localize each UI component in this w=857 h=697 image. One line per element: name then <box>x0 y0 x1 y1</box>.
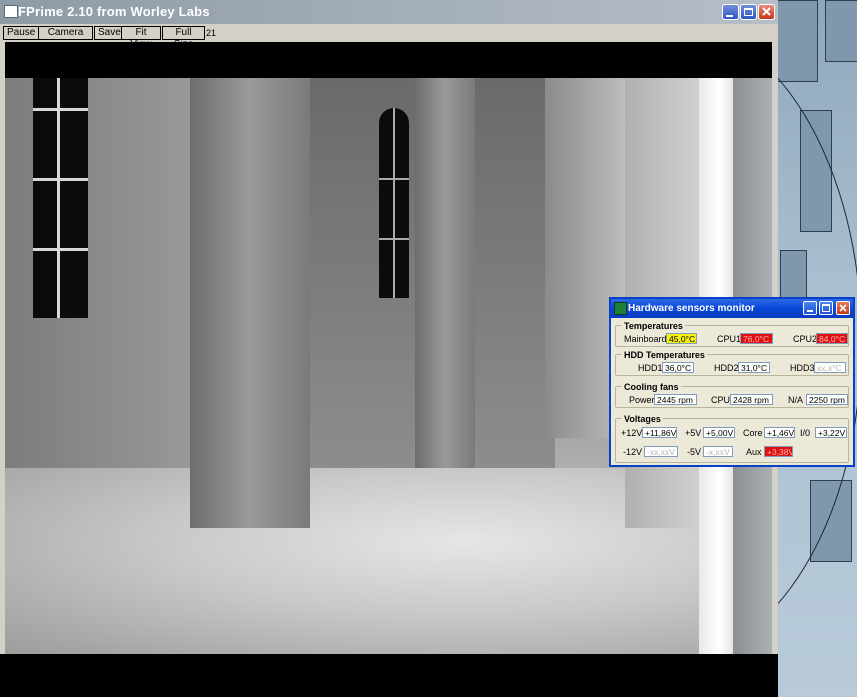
core-voltage-label: Core <box>743 428 763 438</box>
scene-column <box>190 78 310 528</box>
scene-window-mullion <box>379 178 409 180</box>
hdd-temperatures-heading: HDD Temperatures <box>622 350 707 360</box>
maximize-icon <box>822 304 830 312</box>
close-button[interactable] <box>758 4 775 20</box>
temperatures-group: Temperatures Mainboard 45,0°C CPU1 76,0°… <box>615 321 849 347</box>
toolbar: Pause Camera Save Fit View Full Size 21 <box>0 24 778 50</box>
hdd1-label: HDD1 <box>638 363 663 373</box>
full-size-button[interactable]: Full Size <box>162 26 205 50</box>
hdd2-label: HDD2 <box>714 363 739 373</box>
hdd3-temp-value: xx,x°C <box>814 362 846 373</box>
minimize-button[interactable] <box>722 4 739 20</box>
na-fan-label: N/A <box>788 395 804 405</box>
minus12v-label: -12V <box>623 447 643 457</box>
sensors-maximize-button[interactable] <box>819 301 833 315</box>
app-icon <box>4 5 18 18</box>
sensors-title: Hardware sensors monitor <box>628 303 755 314</box>
scene-window-mullion <box>33 108 88 111</box>
sensors-titlebar[interactable]: Hardware sensors monitor <box>611 299 853 318</box>
scene-column <box>415 78 475 468</box>
scene-window-mullion <box>57 78 60 318</box>
plus5v-label: +5V <box>685 428 702 438</box>
minus5v-value: -x,xxV <box>703 446 733 457</box>
na-fan-value: 2250 rpm <box>806 394 848 405</box>
cpu1-temp-value: 76,0°C <box>740 333 773 344</box>
minimize-icon <box>807 310 813 312</box>
cpu-fan-label: CPU <box>711 395 731 405</box>
io-voltage-value: +3,22V <box>815 427 847 438</box>
cpu2-label: CPU2 <box>793 334 818 344</box>
hdd2-temp-value: 31,0°C <box>738 362 770 373</box>
bg-geometry <box>776 0 818 82</box>
sensors-close-button[interactable] <box>836 301 850 315</box>
cooling-fans-group: Cooling fans Power 2445 rpm CPU 2428 rpm… <box>615 382 849 408</box>
voltages-heading: Voltages <box>622 414 663 424</box>
minus12v-value: -xx,xxV <box>644 446 678 457</box>
titlebar[interactable]: FPrime 2.10 from Worley Labs <box>0 0 778 24</box>
hdd-temperatures-group: HDD Temperatures HDD1 36,0°C HDD2 31,0°C… <box>615 350 849 376</box>
plus5v-value: +5,00V <box>703 427 735 438</box>
voltages-group: Voltages +12V +11,86V +5V +5,00V Core +1… <box>615 414 849 463</box>
hardware-sensors-window: Hardware sensors monitor Temperatures Ma… <box>609 297 855 467</box>
scene-window-mullion <box>379 238 409 240</box>
cpu2-temp-value: 84,0°C <box>816 333 848 344</box>
temperatures-heading: Temperatures <box>622 321 685 331</box>
mainboard-temp-value: 45,0°C <box>666 333 697 344</box>
save-button[interactable]: Save <box>94 26 122 40</box>
io-voltage-label: I/0 <box>800 428 811 438</box>
minimize-icon <box>726 15 733 17</box>
mainboard-label: Mainboard <box>624 334 667 344</box>
maximize-icon <box>744 8 753 16</box>
pause-button[interactable]: Pause <box>3 26 39 40</box>
scene-window-mullion <box>393 108 395 298</box>
hdd3-label: HDD3 <box>790 363 815 373</box>
core-voltage-value: +1,46V <box>764 427 795 438</box>
plus12v-value: +11,86V <box>642 427 677 438</box>
window-title: FPrime 2.10 from Worley Labs <box>18 4 210 19</box>
sensors-minimize-button[interactable] <box>803 301 817 315</box>
render-bottom-letterbox <box>0 654 778 697</box>
scene-window-mullion <box>33 178 88 181</box>
cooling-fans-heading: Cooling fans <box>622 382 681 392</box>
power-fan-label: Power <box>629 395 655 405</box>
cpu-fan-value: 2428 rpm <box>730 394 773 405</box>
minus5v-label: -5V <box>687 447 702 457</box>
maximize-button[interactable] <box>740 4 757 20</box>
close-icon <box>839 304 847 312</box>
aux-voltage-value: +3,38V <box>764 446 793 457</box>
sensors-app-icon <box>614 302 627 315</box>
scene-window <box>33 78 88 318</box>
frame-counter: 21 <box>206 28 217 38</box>
close-icon <box>762 7 771 16</box>
aux-voltage-label: Aux <box>746 447 762 457</box>
power-fan-value: 2445 rpm <box>654 394 697 405</box>
scene-window <box>379 108 409 298</box>
bg-geometry <box>825 0 857 62</box>
plus12v-label: +12V <box>621 428 643 438</box>
hdd1-temp-value: 36,0°C <box>662 362 694 373</box>
cpu1-label: CPU1 <box>717 334 742 344</box>
fit-view-button[interactable]: Fit View <box>121 26 161 50</box>
scene-window-mullion <box>33 248 88 251</box>
camera-button[interactable]: Camera <box>38 26 93 40</box>
